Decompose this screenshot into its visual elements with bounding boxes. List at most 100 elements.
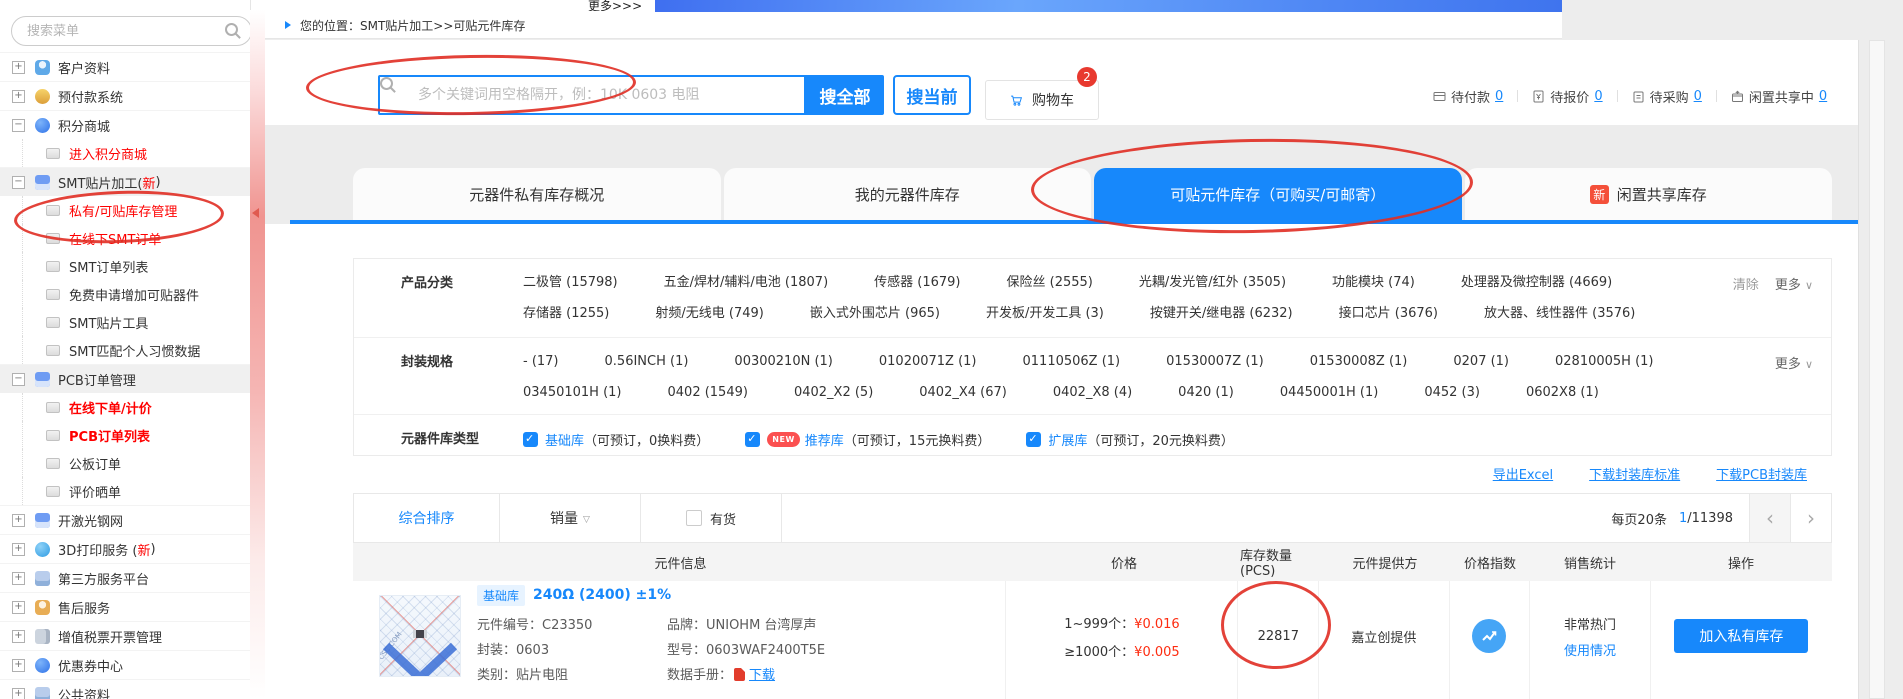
component-title-link[interactable]: 240Ω (2400) ±1%: [533, 587, 671, 603]
category-option[interactable]: 传感器 (1679): [874, 275, 960, 290]
package-option[interactable]: 03450101H (1): [523, 385, 622, 400]
category-option[interactable]: 按键开关/继电器 (6232): [1150, 306, 1293, 321]
prev-page-button[interactable]: [1749, 494, 1790, 542]
sidebar-item-customer-info[interactable]: 客户资料: [0, 52, 250, 81]
component-image[interactable]: CSC.COM: [379, 595, 461, 677]
expand-icon[interactable]: [12, 688, 25, 699]
sidebar-item-coupon-center[interactable]: 优惠券中心: [0, 650, 250, 679]
package-option[interactable]: 02810005H (1): [1555, 354, 1654, 369]
collapse-left-icon[interactable]: [252, 208, 259, 218]
sidebar-item-public-data[interactable]: 公共资料: [0, 679, 250, 699]
package-option[interactable]: 0452 (3): [1424, 385, 1480, 400]
sidebar-subitem-review-orders[interactable]: 评价晒单: [0, 477, 250, 505]
package-option[interactable]: 0420 (1): [1178, 385, 1234, 400]
category-option[interactable]: 存储器 (1255): [523, 306, 609, 321]
sidebar-item-3d-print-service[interactable]: 3D打印服务 (新): [0, 534, 250, 563]
package-option[interactable]: 0207 (1): [1453, 354, 1509, 369]
libtype-extended[interactable]: 扩展库（可预订，20元换料费）: [1026, 430, 1234, 449]
category-option[interactable]: 保险丝 (2555): [1007, 275, 1093, 290]
sidebar-item-laser-stencil[interactable]: 开激光钢网: [0, 505, 250, 534]
sidebar-item-third-party-platform[interactable]: 第三方服务平台: [0, 563, 250, 592]
sort-sales[interactable]: 销量: [500, 494, 641, 542]
more-packages-link[interactable]: 更多: [1775, 357, 1813, 372]
more-categories-link[interactable]: 更多: [1775, 278, 1813, 293]
package-option[interactable]: - (17): [523, 354, 559, 369]
add-to-private-stock-button[interactable]: 加入私有库存: [1674, 619, 1808, 653]
component-search-input[interactable]: [416, 86, 804, 104]
pending-payment-link[interactable]: 待付款0: [1433, 87, 1503, 106]
clear-filters-link[interactable]: 清除: [1733, 278, 1759, 293]
sidebar-search-box[interactable]: [11, 16, 251, 46]
sidebar-subitem-enter-points-mall[interactable]: 进入积分商城: [0, 139, 250, 167]
checkbox-checked-icon[interactable]: [745, 432, 760, 447]
export-link[interactable]: 下载封装库标准: [1589, 464, 1680, 483]
sidebar-item-smt-processing[interactable]: SMT贴片加工(新): [0, 167, 250, 196]
expand-icon[interactable]: [12, 601, 25, 614]
usage-link[interactable]: 使用情况: [1564, 640, 1616, 659]
search-all-button[interactable]: 搜全部: [806, 75, 884, 115]
expand-icon[interactable]: [12, 630, 25, 643]
next-page-button[interactable]: [1790, 494, 1831, 542]
topbar-more-link[interactable]: 更多>>>: [588, 0, 642, 11]
export-link[interactable]: 导出Excel: [1493, 464, 1553, 483]
sidebar-subitem-pcb-order-list[interactable]: PCB订单列表: [0, 421, 250, 449]
libtype-recommended[interactable]: NEW推荐库（可预订，15元换料费）: [745, 430, 990, 449]
package-option[interactable]: 04450001H (1): [1280, 385, 1379, 400]
collapse-icon[interactable]: [12, 176, 25, 189]
category-option[interactable]: 处理器及微控制器 (4669): [1461, 275, 1612, 290]
pending-quote-link[interactable]: 待报价0: [1532, 87, 1602, 106]
tab-my-component-stock[interactable]: 我的元器件库存: [724, 168, 1092, 220]
category-option[interactable]: 五金/焊材/辅料/电池 (1807): [664, 275, 829, 290]
package-option[interactable]: 00300210N (1): [734, 354, 832, 369]
category-option[interactable]: 嵌入式外围芯片 (965): [810, 306, 940, 321]
category-option[interactable]: 光耦/发光管/红外 (3505): [1139, 275, 1286, 290]
sidebar-subitem-private-stock-mgmt[interactable]: 私有/可贴库存管理: [0, 196, 250, 224]
checkbox-checked-icon[interactable]: [523, 432, 538, 447]
sort-comprehensive[interactable]: 综合排序: [354, 494, 500, 542]
component-search-box[interactable]: [378, 75, 806, 115]
sidebar-subitem-smt-personal-data[interactable]: SMT匹配个人习惯数据: [0, 336, 250, 364]
expand-icon[interactable]: [12, 659, 25, 672]
package-option[interactable]: 0402_X2 (5): [794, 385, 873, 400]
tab-idle-shared-stock[interactable]: 新闲置共享库存: [1465, 168, 1833, 220]
export-link[interactable]: 下载PCB封装库: [1716, 464, 1807, 483]
scrollbar-track[interactable]: [1869, 40, 1885, 699]
sidebar-subitem-offline-smt-order[interactable]: 在线下SMT订单: [0, 224, 250, 252]
instock-filter[interactable]: 有货: [641, 494, 782, 542]
sidebar-search-input[interactable]: [25, 23, 221, 40]
category-option[interactable]: 功能模块 (74): [1332, 275, 1415, 290]
expand-icon[interactable]: [12, 61, 25, 74]
sidebar-subitem-online-order-pricing[interactable]: 在线下单/计价: [0, 393, 250, 421]
tab-mountable-stock[interactable]: 可贴元件库存（可购买/可邮寄）: [1094, 168, 1462, 220]
category-option[interactable]: 开发板/开发工具 (3): [986, 306, 1104, 321]
category-option[interactable]: 接口芯片 (3676): [1339, 306, 1438, 321]
sidebar-item-points-mall[interactable]: 积分商城: [0, 110, 250, 139]
package-option[interactable]: 0.56INCH (1): [605, 354, 689, 369]
expand-icon[interactable]: [12, 90, 25, 103]
package-option[interactable]: 01530007Z (1): [1166, 354, 1264, 369]
category-option[interactable]: 二极管 (15798): [523, 275, 618, 290]
package-option[interactable]: 0402_X8 (4): [1053, 385, 1132, 400]
category-option[interactable]: 放大器、线性器件 (3576): [1484, 306, 1635, 321]
sidebar-item-prepaid-system[interactable]: 预付款系统: [0, 81, 250, 110]
search-current-button[interactable]: 搜当前: [893, 75, 971, 115]
pending-procurement-link[interactable]: 待采购0: [1632, 87, 1702, 106]
sidebar-subitem-smt-order-list[interactable]: SMT订单列表: [0, 252, 250, 280]
package-option[interactable]: 01110506Z (1): [1023, 354, 1121, 369]
checkbox-unchecked-icon[interactable]: [686, 510, 702, 526]
collapse-icon[interactable]: [12, 373, 25, 386]
package-option[interactable]: 0402_X4 (67): [919, 385, 1007, 400]
sidebar-subitem-public-board-orders[interactable]: 公板订单: [0, 449, 250, 477]
idle-sharing-link[interactable]: 闲置共享中0: [1731, 87, 1827, 106]
package-option[interactable]: 01020071Z (1): [879, 354, 977, 369]
package-option[interactable]: 01530008Z (1): [1310, 354, 1408, 369]
checkbox-checked-icon[interactable]: [1026, 432, 1041, 447]
collapse-icon[interactable]: [12, 119, 25, 132]
datasheet-download-link[interactable]: 下载: [749, 668, 775, 683]
sidebar-item-after-sales[interactable]: 售后服务: [0, 592, 250, 621]
libtype-basic[interactable]: 基础库（可预订，0换料费）: [523, 430, 709, 449]
package-option[interactable]: 0602X8 (1): [1526, 385, 1599, 400]
sidebar-subitem-smt-tools[interactable]: SMT贴片工具: [0, 308, 250, 336]
expand-icon[interactable]: [12, 514, 25, 527]
tab-private-stock-overview[interactable]: 元器件私有库存概况: [353, 168, 721, 220]
